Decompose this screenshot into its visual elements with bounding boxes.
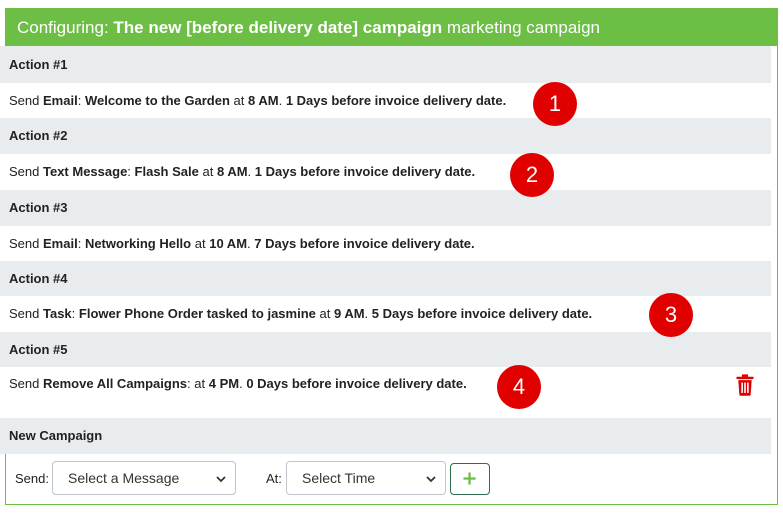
action-at: at [194, 376, 206, 391]
action-5-row: Send Remove All Campaigns: at 4 PM. 0 Da… [0, 367, 771, 418]
action-when: 5 Days before invoice delivery date. [371, 306, 593, 321]
action-when: 0 Days before invoice delivery date. [246, 376, 467, 391]
action-verb: Send [9, 306, 40, 321]
action-verb: Send [9, 164, 40, 179]
action-verb: Send [9, 236, 40, 251]
action-sep: : [71, 306, 76, 321]
action-time: 8 AM [216, 164, 248, 179]
plus-icon [463, 472, 476, 485]
action-when: 1 Days before invoice delivery date. [285, 93, 507, 108]
action-3-row: Send Email: Networking Hello at 10 AM. 7… [0, 226, 771, 261]
action-message-name: Flower Phone Order tasked to jasmine [78, 306, 316, 321]
action-when: 1 Days before invoice delivery date. [254, 164, 476, 179]
action-2-row: Send Text Message: Flash Sale at 8 AM. 1… [0, 154, 771, 190]
action-2-header: Action #2 [0, 118, 771, 154]
chevron-down-icon [426, 476, 436, 483]
action-type: Email [43, 93, 78, 108]
add-action-button[interactable] [450, 463, 490, 495]
panel-header: Configuring: The new [before delivery da… [6, 9, 777, 46]
time-select-value: Select Time [302, 470, 376, 486]
action-title: Action #4 [9, 271, 68, 286]
action-sep: : [127, 164, 131, 179]
action-at: at [233, 93, 245, 108]
message-select-value: Select a Message [68, 470, 180, 486]
action-at: at [319, 306, 331, 321]
action-title: Action #1 [9, 57, 68, 72]
time-select[interactable]: Select Time [286, 461, 446, 495]
action-4-header: Action #4 [0, 261, 771, 296]
action-time: 9 AM [333, 306, 365, 321]
action-5-header: Action #5 [0, 332, 771, 367]
chevron-down-icon [216, 476, 226, 483]
new-campaign-header: New Campaign [0, 418, 771, 454]
new-campaign-title: New Campaign [9, 428, 103, 443]
campaign-name: The new [before delivery date] campaign [113, 18, 443, 37]
action-at: at [194, 236, 206, 251]
action-type: Email [43, 236, 78, 251]
send-label: Send: [15, 471, 49, 486]
action-sep: : [77, 236, 82, 251]
message-select[interactable]: Select a Message [52, 461, 236, 495]
action-1-row: Send Email: Welcome to the Garden at 8 A… [0, 83, 771, 118]
action-sep: : [77, 93, 82, 108]
action-time: 10 AM [209, 236, 248, 251]
action-message-name: Welcome to the Garden [84, 93, 230, 108]
header-prefix: Configuring: [17, 18, 109, 37]
action-message-name: Networking Hello [84, 236, 192, 251]
action-message-name: Flash Sale [134, 164, 199, 179]
action-title: Action #5 [9, 342, 68, 357]
action-when: 7 Days before invoice delivery date. [254, 236, 475, 251]
action-3-header: Action #3 [0, 190, 771, 226]
trash-icon[interactable] [734, 374, 756, 396]
at-label: At: [266, 471, 282, 486]
annotation-badge-1: 1 [533, 82, 577, 126]
annotation-badge-3: 3 [649, 293, 693, 337]
action-verb: Send [9, 93, 40, 108]
action-type: Remove All Campaigns [43, 376, 188, 391]
action-verb: Send [9, 376, 40, 391]
action-time: 8 AM [248, 93, 279, 108]
action-time: 4 PM [208, 376, 240, 391]
action-title: Action #2 [9, 128, 68, 143]
annotation-badge-4: 4 [497, 365, 541, 409]
header-suffix: marketing campaign [446, 18, 600, 37]
annotation-badge-2: 2 [510, 153, 554, 197]
action-at: at [202, 164, 214, 179]
action-title: Action #3 [9, 200, 68, 215]
action-1-header: Action #1 [0, 46, 771, 83]
action-type: Task [43, 306, 72, 321]
action-sep: : [187, 376, 191, 391]
action-type: Text Message [43, 164, 128, 179]
